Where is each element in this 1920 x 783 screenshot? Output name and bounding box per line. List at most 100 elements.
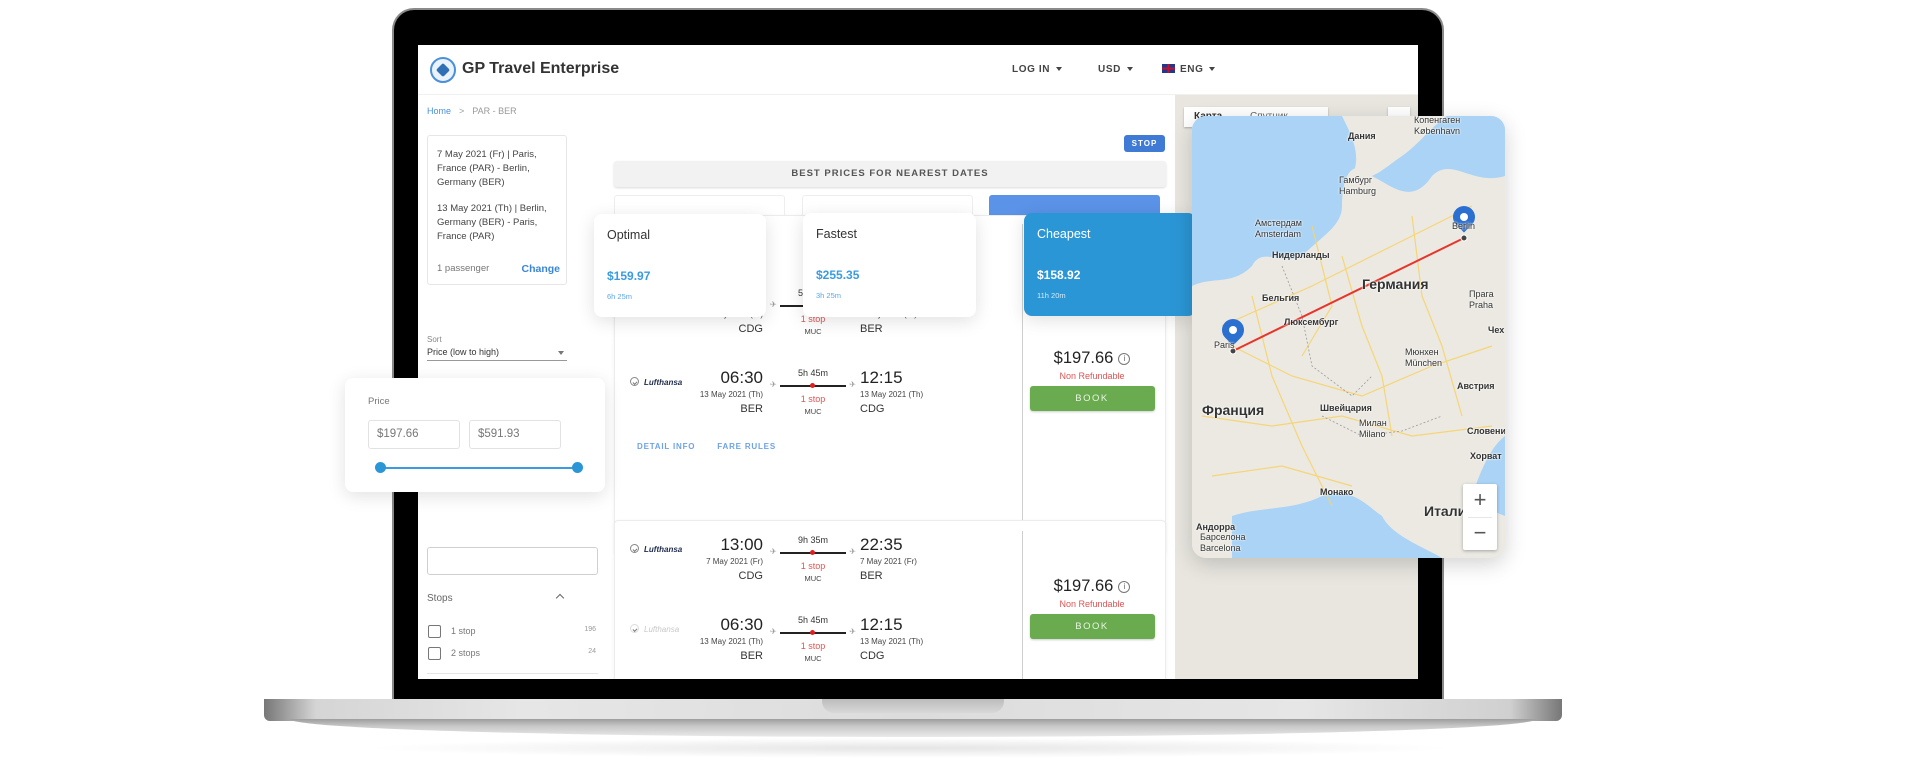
map-label: Хорват [1470, 451, 1502, 461]
takeoff-icon: ✈ [770, 627, 777, 636]
laptop-base-lip [290, 719, 1536, 737]
map-label: Paris [1214, 340, 1235, 350]
laptop-notch [822, 699, 1004, 713]
map-label: Барселона [1200, 532, 1246, 542]
deal-card-optimal[interactable]: Optimal $159.97 6h 25m [594, 214, 766, 317]
departure-time: 06:30 [720, 368, 763, 387]
checkbox[interactable] [428, 647, 441, 660]
uk-flag-icon [1162, 64, 1175, 73]
stop-button[interactable]: STOP [1124, 135, 1165, 152]
map-label: Андорра [1196, 522, 1236, 532]
takeoff-icon: ✈ [770, 380, 777, 389]
departure-time: 13:00 [720, 535, 763, 554]
book-button[interactable]: BOOK [1029, 614, 1155, 639]
map-label: Бельгия [1262, 293, 1300, 303]
stop-option-count: 196 [584, 626, 596, 633]
flight-number-input[interactable] [427, 547, 598, 575]
best-prices-nearest-dates-button[interactable]: BEST PRICES FOR NEAREST DATES [614, 161, 1166, 187]
deal-duration: 11h 20m [1037, 291, 1066, 300]
price-slider-track[interactable] [380, 467, 577, 469]
flight-path: 5h 45m ✈ ✈ 1 stop MUC [770, 368, 856, 416]
arrival: 12:15 13 May 2021 (Th) CDG [860, 615, 950, 662]
deal-card-cheapest[interactable]: Cheapest $158.92 11h 20m [1024, 213, 1196, 316]
detail-info-link[interactable]: DETAIL INFO [637, 442, 695, 451]
landing-icon: ✈ [849, 627, 856, 636]
breadcrumb: Home > PAR - BER [427, 106, 517, 116]
divider [427, 673, 598, 674]
sort-select[interactable]: Price (low to high) [427, 347, 567, 361]
brand-logo-icon[interactable] [430, 57, 456, 83]
fare-rules-link[interactable]: FARE RULES [717, 442, 776, 451]
deal-price: $158.92 [1037, 268, 1081, 282]
result-links: DETAIL INFO FARE RULES [637, 442, 798, 451]
deal-duration: 3h 25m [816, 291, 842, 300]
departure: 06:30 13 May 2021 (Th) BER [695, 368, 763, 415]
info-icon[interactable]: i [1118, 353, 1131, 365]
caret-down-icon [1056, 67, 1063, 72]
map-label: København [1414, 126, 1461, 136]
departure-airport: CDG [738, 323, 763, 335]
arrival-airport: CDG [860, 650, 885, 662]
price-slider-max-handle[interactable] [572, 462, 583, 473]
info-icon[interactable]: i [1118, 581, 1131, 593]
sort-label: Sort [427, 335, 442, 344]
search-summary-card: 7 May 2021 (Fr) | Paris, France (PAR) - … [427, 135, 567, 285]
arrival-airport: BER [860, 323, 883, 335]
flight-leg-return: Lufthansa 06:30 13 May 2021 (Th) BER 5h … [615, 368, 1015, 438]
change-search-link[interactable]: Change [521, 262, 560, 276]
deal-tab-cheapest[interactable] [989, 195, 1160, 215]
currency-menu[interactable]: USD [1098, 64, 1133, 75]
stops-filter-header[interactable]: Stops [427, 593, 567, 604]
airline-name: Lufthansa [644, 378, 683, 387]
map-label: Гамбург [1339, 175, 1373, 185]
deal-duration: 6h 25m [607, 292, 633, 301]
zoom-in-button[interactable]: + [1463, 484, 1497, 517]
arrival-date: 13 May 2021 (Th) [860, 390, 924, 399]
stop-option-1[interactable]: 1 stop 196 [427, 625, 598, 639]
stop-dot [810, 630, 815, 635]
airline-icon [630, 544, 639, 553]
checkbox[interactable] [428, 625, 441, 638]
breadcrumb-separator: > [459, 106, 465, 116]
route-map[interactable]: Копенгаген København Дания Гамбург Hambu… [1192, 116, 1505, 558]
map-label: Австрия [1457, 381, 1495, 391]
breadcrumb-home-link[interactable]: Home [427, 106, 451, 116]
map-label: Прага [1469, 289, 1494, 299]
price-filter-popup: Price $197.66 $591.93 [345, 378, 605, 492]
landing-icon: ✈ [849, 547, 856, 556]
takeoff-icon: ✈ [770, 547, 777, 556]
sort-value: Price (low to high) [427, 347, 500, 357]
departure: 06:30 13 May 2021 (Th) BER [695, 615, 763, 662]
flight-result-card: Lufthansa 13:00 7 May 2021 (Fr) CDG 9h 3… [614, 520, 1166, 679]
map-label: Hamburg [1339, 186, 1377, 196]
price-value: $197.66 [1053, 577, 1114, 595]
deal-card-fastest[interactable]: Fastest $255.35 3h 25m [803, 213, 976, 317]
stop-option-label: 2 stops [451, 648, 481, 658]
price-slider-min-handle[interactable] [375, 462, 386, 473]
login-menu[interactable]: LOG IN [1012, 64, 1063, 75]
stopover-airport: MUC [804, 654, 822, 663]
stop-option-2[interactable]: 2 stops 24 [427, 647, 598, 661]
airline-icon [630, 624, 639, 633]
departure-date: 13 May 2021 (Th) [699, 637, 763, 646]
stop-option-label: 1 stop [451, 626, 476, 636]
deal-tab-optimal[interactable] [614, 195, 785, 215]
stopover-airport: MUC [804, 327, 822, 336]
min-price-input[interactable]: $197.66 [368, 420, 460, 449]
map-label: Amsterdam [1255, 229, 1302, 239]
max-price-input[interactable]: $591.93 [469, 420, 561, 449]
refund-status: Non Refundable [1059, 371, 1125, 381]
language-menu[interactable]: ENG [1162, 64, 1216, 75]
deal-title: Optimal [607, 228, 651, 242]
map-label: Монако [1320, 487, 1354, 497]
map-label: Мюнхен [1405, 347, 1439, 357]
map-label: Нидерланды [1272, 250, 1330, 260]
chevron-up-icon[interactable] [555, 593, 565, 603]
zoom-out-button[interactable]: − [1463, 517, 1497, 550]
deal-price: $255.35 [816, 268, 860, 282]
deal-tab-fastest[interactable] [802, 195, 973, 215]
brand-name[interactable]: GP Travel Enterprise [462, 60, 619, 78]
language-label: ENG [1180, 64, 1204, 75]
flight-duration: 5h 45m [797, 368, 829, 378]
book-button[interactable]: BOOK [1029, 386, 1155, 411]
